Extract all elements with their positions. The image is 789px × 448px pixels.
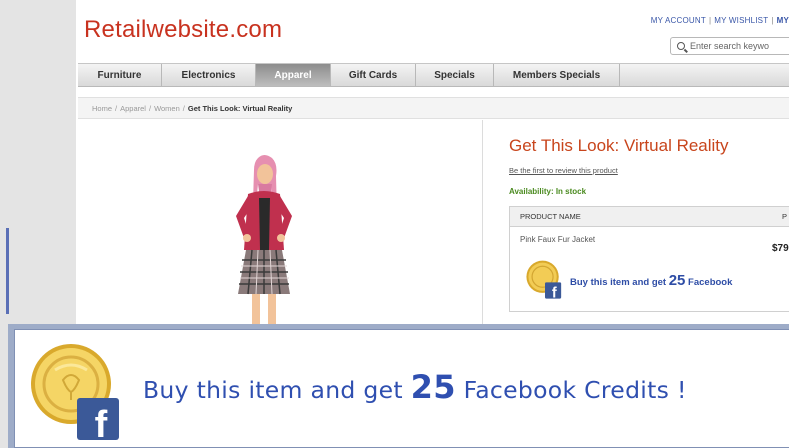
banner-promo-suffix: Facebook Credits ! (455, 376, 687, 404)
avatar-model-image[interactable] (214, 154, 314, 330)
column-header-product-name: PRODUCT NAME (520, 212, 581, 221)
item-name: Pink Faux Fur Jacket (520, 235, 596, 244)
banner-promo-text: Buy this item and get 25 Facebook Credit… (143, 368, 687, 406)
breadcrumb-home[interactable]: Home (92, 104, 112, 113)
nav-item-specials[interactable]: Specials (416, 64, 494, 86)
breadcrumb-women[interactable]: Women (154, 104, 180, 113)
nav-item-members-specials[interactable]: Members Specials (494, 64, 620, 86)
nav-item-gift-cards[interactable]: Gift Cards (331, 64, 416, 86)
category-nav: Furniture Electronics Apparel Gift Cards… (78, 63, 789, 87)
small-promo-prefix: Buy this item and get (570, 276, 669, 288)
credits-banner-panel[interactable]: f Buy this item and get 25 Facebook Cred… (14, 329, 789, 448)
availability-status: Availability: In stock (509, 187, 587, 196)
product-items-table: PRODUCT NAME P Pink Faux Fur Jacket $79 … (509, 206, 789, 312)
column-header-price: P (782, 212, 788, 221)
nav-item-furniture[interactable]: Furniture (78, 64, 162, 86)
svg-text:f: f (95, 404, 108, 444)
search-icon (677, 42, 685, 50)
search-box[interactable] (670, 37, 789, 55)
banner-promo-number: 25 (410, 368, 456, 406)
link-separator: | (708, 16, 712, 25)
nav-item-electronics[interactable]: Electronics (162, 64, 256, 86)
details-divider (482, 120, 483, 330)
review-link[interactable]: Be the first to review this product (509, 166, 618, 175)
breadcrumb: Home / Apparel / Women / Get This Look: Virtua… (78, 97, 789, 119)
my-cart-link[interactable]: MY (777, 16, 789, 25)
search-input[interactable] (690, 41, 789, 51)
facebook-credits-coin-icon: f (31, 344, 119, 444)
small-promo-suffix: Facebook (685, 276, 733, 288)
left-accent-bar (6, 228, 9, 314)
breadcrumb-current: Get This Look: Virtual Reality (187, 103, 293, 113)
small-promo-text: Buy this item and get 25 Facebook (570, 272, 732, 289)
svg-text:f: f (552, 285, 557, 301)
banner-promo-prefix: Buy this item and get (143, 376, 411, 404)
breadcrumb-apparel[interactable]: Apparel (120, 104, 146, 113)
account-links: MY ACCOUNT | MY WISHLIST | MY (651, 16, 789, 25)
nav-item-apparel[interactable]: Apparel (256, 64, 331, 86)
site-logo[interactable]: Retailwebsite.com (84, 16, 282, 44)
product-title: Get This Look: Virtual Reality (509, 136, 729, 155)
credits-banner: f Buy this item and get 25 Facebook Cred… (8, 324, 789, 448)
facebook-credits-coin-icon: f (526, 260, 562, 301)
breadcrumb-separator: / (115, 103, 118, 113)
breadcrumb-separator: / (148, 103, 152, 113)
my-account-link[interactable]: MY ACCOUNT (651, 16, 706, 25)
breadcrumb-separator: / (182, 103, 185, 113)
table-header: PRODUCT NAME P (510, 207, 789, 227)
product-image-area (78, 120, 482, 330)
small-promo-number: 25 (668, 271, 686, 289)
small-credits-promo[interactable]: f Buy this item and get 25 Facebook (524, 259, 732, 301)
my-wishlist-link[interactable]: MY WISHLIST (714, 16, 768, 25)
link-separator: | (771, 16, 774, 25)
item-price: $79 (772, 243, 789, 254)
